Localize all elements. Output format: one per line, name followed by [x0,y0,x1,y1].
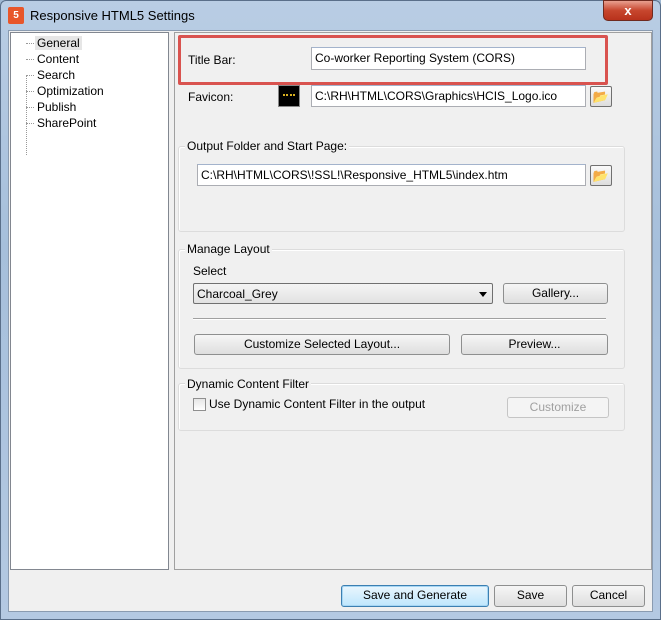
favicon-input[interactable]: C:\RH\HTML\CORS\Graphics\HCIS_Logo.ico [311,85,586,107]
tree-item-sharepoint[interactable]: SharePoint [35,116,98,130]
tree-item-content[interactable]: Content [35,52,81,66]
tree-item-optimization[interactable]: Optimization [35,84,106,98]
dcf-group-label: Dynamic Content Filter [185,377,312,391]
favicon-label: Favicon: [188,90,234,104]
tree-item-general[interactable]: General [35,36,82,50]
select-label: Select [193,264,227,278]
highlight-box [178,35,608,85]
gallery-button[interactable]: Gallery... [503,283,608,304]
cancel-button[interactable]: Cancel [572,585,645,607]
output-group [178,146,625,232]
customize-layout-button[interactable]: Customize Selected Layout... [194,334,450,355]
dcf-customize-button[interactable]: Customize [507,397,609,418]
divider [193,318,606,320]
folder-open-icon[interactable]: 📂 [590,165,612,186]
output-group-label: Output Folder and Start Page: [185,139,350,153]
tree-line [26,75,27,155]
close-button[interactable]: x [603,0,653,21]
dcf-checkbox-label[interactable]: Use Dynamic Content Filter in the output [209,397,425,411]
tree-item-search[interactable]: Search [35,68,77,82]
manage-layout-label: Manage Layout [185,242,272,256]
favicon-preview [278,85,300,107]
tree-item-publish[interactable]: Publish [35,100,78,114]
folder-open-icon[interactable]: 📂 [590,86,612,107]
dcf-checkbox[interactable] [193,398,206,411]
settings-tree: General Content Search Optimization Publ… [10,32,169,570]
chevron-down-icon [479,292,487,297]
layout-selected: Charcoal_Grey [197,287,278,301]
preview-button[interactable]: Preview... [461,334,608,355]
output-path-input[interactable]: C:\RH\HTML\CORS\!SSL!\Responsive_HTML5\i… [197,164,586,186]
save-and-generate-button[interactable]: Save and Generate [341,585,489,607]
html5-app-icon: 5 [8,7,24,24]
save-button[interactable]: Save [494,585,567,607]
window-title: Responsive HTML5 Settings [30,8,195,23]
layout-dropdown[interactable]: Charcoal_Grey [193,283,493,304]
